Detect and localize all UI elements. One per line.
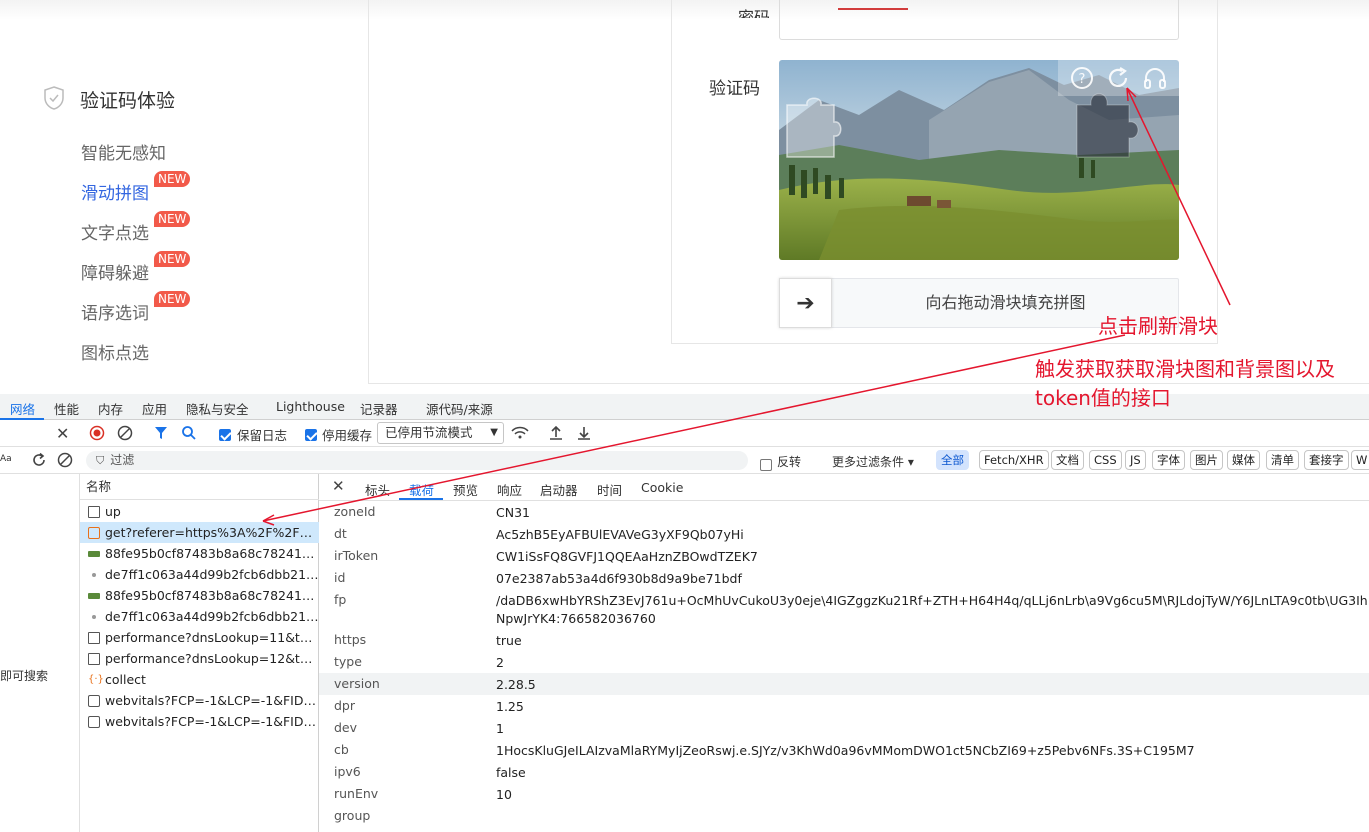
annotation-arrow-to-request [262, 334, 1126, 522]
annotation-line-1: 点击刷新滑块 [1098, 314, 1218, 338]
annotation-arrows [262, 87, 1231, 526]
annotation-line-3: token值的接口 [1035, 386, 1171, 410]
annotation-line-2: 触发获取获取滑块图和背景图以及 [1035, 357, 1335, 381]
annotation-arrow-to-refresh [1126, 87, 1231, 306]
